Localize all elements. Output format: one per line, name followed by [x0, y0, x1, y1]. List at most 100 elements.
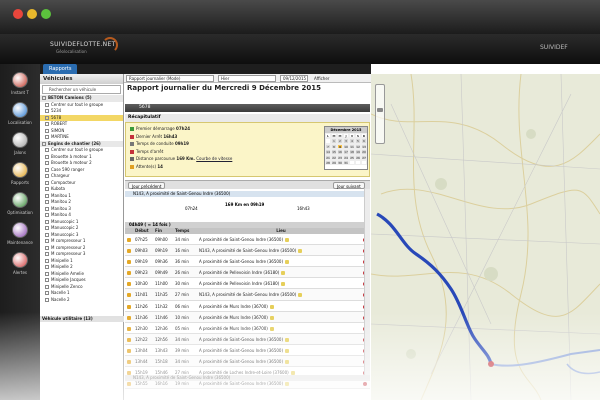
- vehicle-checkbox[interactable]: [45, 115, 49, 120]
- table-row[interactable]: 13h44 15h18 34 min A proximité de Saint-Gen…: [125, 356, 370, 368]
- vehicle-label: BETON Camions (5): [48, 95, 92, 100]
- folder-icon[interactable]: [269, 304, 274, 309]
- folder-icon[interactable]: [285, 337, 290, 342]
- vehicle-checkbox[interactable]: [45, 122, 49, 126]
- vehicle-checkbox[interactable]: [45, 213, 49, 217]
- route-map[interactable]: [371, 74, 600, 400]
- vehicle-checkbox[interactable]: [45, 219, 49, 224]
- rail-item-2[interactable]: Jalons: [4, 132, 36, 162]
- vehicle-checkbox[interactable]: [45, 154, 49, 159]
- close-window-button[interactable]: [13, 9, 23, 19]
- vehicle-checkbox[interactable]: [45, 187, 49, 191]
- rail-item-0[interactable]: Instant T: [4, 72, 36, 102]
- cell-end: 09h49: [155, 270, 168, 276]
- vehicle-checkbox[interactable]: [45, 174, 49, 178]
- vehicle-checkbox[interactable]: [45, 135, 49, 139]
- report-type-select[interactable]: Rapport journalier (Mode): [126, 75, 214, 82]
- vehicle-checkbox[interactable]: [45, 148, 49, 152]
- rail-item-6[interactable]: Alertes: [4, 252, 36, 282]
- vehicle-label: MARTINE: [51, 134, 69, 139]
- zoom-slider-knob[interactable]: [377, 108, 383, 112]
- app-window: SUIVIDEFLOTTE.NET Géolocalisation SUIVID…: [0, 0, 600, 400]
- show-button[interactable]: Afficher: [314, 75, 329, 82]
- vehicle-checkbox[interactable]: [45, 297, 49, 302]
- folder-icon[interactable]: [281, 271, 286, 276]
- rail-item-3[interactable]: Rapports: [4, 162, 36, 192]
- vehicle-checkbox[interactable]: [45, 200, 49, 204]
- table-row[interactable]: 09h03 09h19 16 min N143, A proximité de Sai…: [125, 245, 370, 257]
- speed-curve-link[interactable]: Courbe de vitesse: [196, 156, 232, 161]
- rail-item-1[interactable]: Localisation: [4, 102, 36, 132]
- cell-end: 12h56: [155, 336, 168, 342]
- vehicle-checkbox[interactable]: [45, 284, 49, 289]
- vehicle-search-input[interactable]: Rechercher un véhicule: [42, 85, 121, 94]
- vehicle-checkbox[interactable]: [45, 167, 49, 172]
- table-scrollbar[interactable]: [364, 189, 370, 375]
- folder-icon[interactable]: [285, 348, 290, 353]
- period-select[interactable]: Hier: [218, 75, 276, 82]
- folder-icon[interactable]: [298, 249, 303, 254]
- summary-value: 16h43: [163, 133, 178, 139]
- vehicle-checkbox[interactable]: [45, 102, 49, 107]
- rail-item-4[interactable]: Optimisation: [4, 192, 36, 222]
- folder-icon[interactable]: [298, 293, 303, 298]
- table-row[interactable]: 07h25 09h00 34 min A proximité de Saint-Gen…: [125, 234, 370, 246]
- next-day-button[interactable]: Jour suivant: [333, 182, 365, 189]
- tab-reports[interactable]: Rapports: [43, 64, 78, 74]
- table-row[interactable]: 09h23 09h49 26 min A proximité de Pellevois…: [125, 267, 370, 279]
- folder-icon[interactable]: [281, 282, 286, 287]
- vehicle-checkbox[interactable]: [42, 141, 46, 146]
- vehicle-checkbox[interactable]: [45, 206, 49, 211]
- folder-icon[interactable]: [269, 326, 274, 331]
- vehicle-label: SIMON: [51, 127, 65, 133]
- table-row[interactable]: 09h19 09h36 36 min A proximité de Saint-Gen…: [125, 256, 370, 268]
- rail-item-5[interactable]: Maintenance: [4, 222, 36, 252]
- cell-start: 09h03: [135, 248, 148, 254]
- vehicle-checkbox[interactable]: [45, 232, 49, 237]
- vehicle-checkbox[interactable]: [45, 193, 49, 198]
- vehicle-checkbox[interactable]: [45, 278, 49, 282]
- vehicle-checkbox[interactable]: [45, 239, 49, 243]
- vehicle-checkbox[interactable]: [45, 265, 49, 269]
- date-input[interactable]: 09/12/2015: [280, 75, 308, 82]
- table-row[interactable]: 10h30 11h00 30 min A proximité de Pellevois…: [125, 278, 370, 290]
- module-rail: Instant T Localisation Jalons Rapports Optim…: [0, 64, 40, 400]
- wrench-icon: [12, 222, 28, 238]
- vehicle-checkbox[interactable]: [45, 226, 49, 230]
- stop-arrow-icon: [127, 382, 131, 387]
- folder-icon[interactable]: [285, 360, 290, 365]
- map-zoom-control[interactable]: [375, 84, 385, 144]
- clock-icon: [130, 142, 134, 146]
- maximize-window-button[interactable]: [41, 9, 51, 19]
- map-pin-icon[interactable]: [363, 382, 367, 387]
- vehicle-checkbox[interactable]: [45, 161, 49, 165]
- folder-icon[interactable]: [285, 238, 290, 242]
- minimize-window-button[interactable]: [27, 9, 37, 19]
- vehicle-checkbox[interactable]: [42, 96, 46, 100]
- vehicle-label: M compresseur 3: [51, 251, 86, 256]
- folder-icon[interactable]: [285, 260, 290, 265]
- vehicle-checkbox[interactable]: [45, 180, 49, 185]
- cell-dur: 34 min: [175, 336, 189, 342]
- vehicle-checkbox[interactable]: [45, 291, 49, 295]
- vehicle-checkbox[interactable]: [45, 109, 49, 113]
- table-row[interactable]: 13h04 13h43 39 min A proximité de Saint-Gen…: [125, 344, 370, 357]
- vehicle-checkbox[interactable]: [45, 245, 49, 250]
- table-row[interactable]: 12h30 12h36 05 min A proximité de Murs Indr…: [125, 322, 370, 334]
- table-row[interactable]: 11h01 11h35 27 min N143, A proximité de Sai…: [125, 289, 370, 301]
- vehicle-checkbox[interactable]: [45, 128, 49, 133]
- table-row[interactable]: 11h26 11h32 06 min A proximité de Murs Indr…: [125, 300, 370, 312]
- vehicle-checkbox[interactable]: [45, 258, 49, 263]
- pause-icon: [130, 164, 134, 169]
- vehicle-checkbox[interactable]: [45, 271, 49, 276]
- previous-day-button[interactable]: Jour précédent: [128, 182, 166, 189]
- table-row[interactable]: 12h22 12h56 34 min A proximité de Saint-Gen…: [125, 333, 370, 345]
- vehicle-item[interactable]: Nacelle 2: [40, 297, 123, 304]
- vehicle-label: Manuscopic 1: [51, 218, 79, 224]
- end-marker-icon[interactable]: [488, 361, 494, 367]
- vehicle-group-utility[interactable]: Véhicule utilitaire (13): [40, 316, 124, 322]
- table-row[interactable]: 11h36 11h46 10 min A proximité de Murs Indr…: [125, 311, 370, 323]
- folder-icon[interactable]: [269, 315, 274, 320]
- folder-icon[interactable]: [285, 382, 290, 387]
- vehicle-checkbox[interactable]: [45, 252, 49, 256]
